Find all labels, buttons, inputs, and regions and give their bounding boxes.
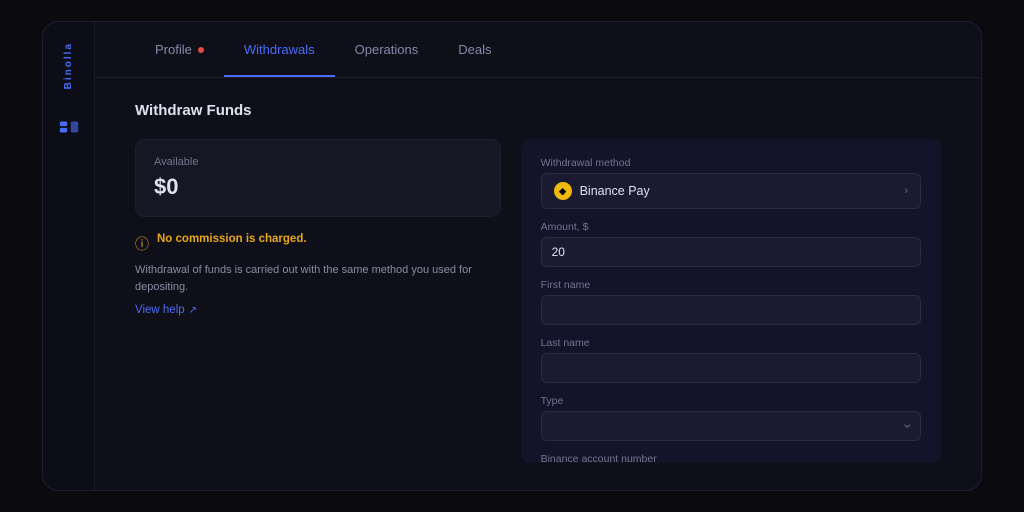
account-group: Binance account number [541,453,921,463]
first-name-group: First name [541,279,921,325]
tabs-bar: Profile Withdrawals Operations Deals [95,22,981,78]
method-section: Withdrawal method ◆ Binance Pay › [541,157,921,209]
tab-deals-label: Deals [458,42,491,57]
info-notice: ⓘ No commission is charged. [135,233,501,254]
available-card: Available $0 [135,139,501,217]
last-name-group: Last name [541,337,921,383]
tab-withdrawals-label: Withdrawals [244,42,315,57]
sidebar-logo-icon [55,113,83,141]
first-name-label: First name [541,279,921,291]
main-container: Binolla Profile Withdrawals Operations [42,21,982,491]
view-help-link[interactable]: View help ↗ [135,304,501,316]
type-select-wrapper [541,411,921,441]
info-notice-text: No commission is charged. [157,233,307,245]
left-panel: Available $0 ⓘ No commission is charged.… [135,139,501,463]
tab-operations-label: Operations [355,42,419,57]
external-link-icon: ↗ [189,305,197,316]
amount-group: Amount, $ [541,221,921,267]
info-description: Withdrawal of funds is carried out with … [135,262,501,296]
method-select-dropdown[interactable]: ◆ Binance Pay › [541,173,921,209]
tab-withdrawals[interactable]: Withdrawals [224,24,335,77]
main-content: Profile Withdrawals Operations Deals Wit… [95,22,981,490]
page-title: Withdraw Funds [135,102,941,119]
page-content: Withdraw Funds Available $0 ⓘ No commiss… [95,78,981,490]
profile-notification-dot [198,47,204,53]
tab-profile-label: Profile [155,42,192,57]
last-name-input[interactable] [541,353,921,383]
account-label: Binance account number [541,453,921,463]
method-select-left: ◆ Binance Pay [554,182,650,200]
info-icon: ⓘ [135,234,149,254]
amount-label: Amount, $ [541,221,921,233]
method-label: Withdrawal method [541,157,921,169]
tab-operations[interactable]: Operations [335,24,439,75]
tab-profile[interactable]: Profile [135,24,224,75]
sidebar: Binolla [43,22,95,490]
type-group: Type [541,395,921,441]
view-help-label: View help [135,304,185,316]
amount-input[interactable] [541,237,921,267]
brand-name: Binolla [63,42,74,89]
type-label: Type [541,395,921,407]
withdrawal-form: Withdrawal method ◆ Binance Pay › Amount… [521,139,941,463]
content-grid: Available $0 ⓘ No commission is charged.… [135,139,941,463]
tab-deals[interactable]: Deals [438,24,511,75]
method-name: Binance Pay [580,184,650,198]
chevron-down-icon: › [904,185,908,197]
last-name-label: Last name [541,337,921,349]
binance-pay-icon: ◆ [554,182,572,200]
available-label: Available [154,156,482,168]
info-box: ⓘ No commission is charged. Withdrawal o… [135,233,501,316]
available-amount: $0 [154,174,482,200]
type-select[interactable] [541,411,921,441]
first-name-input[interactable] [541,295,921,325]
